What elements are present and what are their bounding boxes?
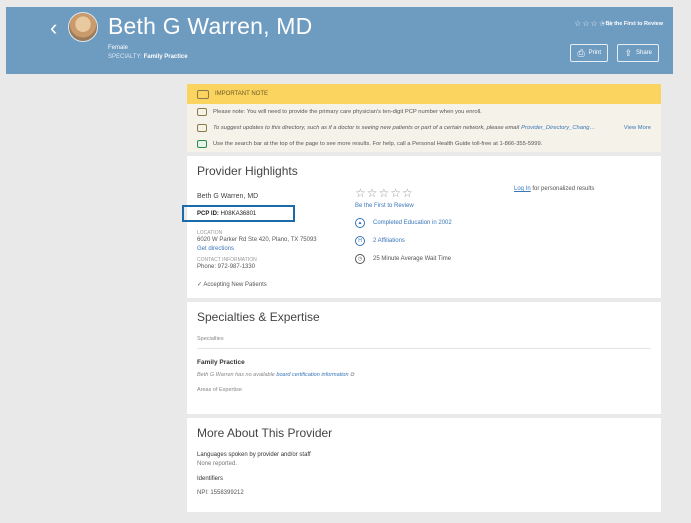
wait-time-item: ◷ 25 Minute Average Wait Time xyxy=(355,254,451,264)
languages-label: Languages spoken by provider and/or staf… xyxy=(197,452,311,458)
specialties-label: Specialties xyxy=(197,336,224,342)
location-label: LOCATION xyxy=(197,230,223,236)
note-text-1: Please note: You will need to provide th… xyxy=(213,109,482,115)
provider-star-rating[interactable]: ☆☆☆☆☆ xyxy=(355,186,414,200)
note-line-2: To suggest updates to this directory, su… xyxy=(187,120,661,136)
login-link[interactable]: Log In xyxy=(514,186,531,192)
graduation-cap-icon: ▲ xyxy=(355,218,365,228)
gender-text: Female xyxy=(108,45,129,51)
specialties-card: Specialties & Expertise Specialties Fami… xyxy=(187,302,661,414)
printer-icon: ⎙ xyxy=(577,47,585,58)
note-text-2: To suggest updates to this directory, su… xyxy=(213,125,520,131)
note-line-3: Use the search bar at the top of the pag… xyxy=(187,136,661,152)
specialties-title: Specialties & Expertise xyxy=(197,310,320,324)
more-about-card: More About This Provider Languages spoke… xyxy=(187,418,661,512)
back-arrow-icon[interactable]: ‹ xyxy=(50,17,57,39)
directory-email-link[interactable]: Provider_Directory_Chang… xyxy=(521,125,595,131)
provider-header: ‹ Beth G Warren, MD Female SPECIALTY: Fa… xyxy=(6,7,673,74)
note-title-row: IMPORTANT NOTE xyxy=(187,84,661,104)
family-practice-label: Family Practice xyxy=(197,359,245,366)
education-text: Completed Education in 2002 xyxy=(373,220,452,226)
note-icon xyxy=(197,89,209,99)
languages-value: None reported. xyxy=(197,461,238,467)
cert-prefix: Beth G Warren has no available xyxy=(197,372,275,378)
login-suffix: for personalized results xyxy=(532,186,595,192)
important-note-panel: IMPORTANT NOTE Please note: You will nee… xyxy=(187,84,661,152)
accepting-patients: ✓ Accepting New Patients xyxy=(197,282,267,288)
highlights-provider-name: Beth G Warren, MD xyxy=(197,193,259,200)
specialty-label: SPECIALTY: xyxy=(108,54,142,60)
phone-number: Phone: 972-987-1330 xyxy=(197,264,256,270)
board-certification-link[interactable]: board certification information xyxy=(276,372,348,378)
highlights-title: Provider Highlights xyxy=(197,164,298,178)
location-value: 6020 W Parker Rd Ste 420, Plano, TX 7509… xyxy=(197,237,317,243)
specialty-line: SPECIALTY: Family Practice xyxy=(108,54,188,60)
note-line-1: Please note: You will need to provide th… xyxy=(187,104,661,120)
note-title: IMPORTANT NOTE xyxy=(215,91,269,97)
share-button[interactable]: ⇪ Share xyxy=(617,44,659,62)
login-line: Log In for personalized results xyxy=(514,186,594,192)
external-link-icon: ⧉ xyxy=(350,372,355,378)
affiliations-text: 2 Affiliations xyxy=(373,238,405,244)
print-label: Print xyxy=(588,50,601,56)
view-more-link[interactable]: View More xyxy=(624,125,651,131)
certification-note: Beth G Warren has no available board cer… xyxy=(197,372,651,379)
avatar xyxy=(68,12,98,42)
print-button[interactable]: ⎙ Print xyxy=(570,44,608,62)
more-about-title: More About This Provider xyxy=(197,426,333,440)
note-icon xyxy=(197,124,207,132)
pcp-id: PCP ID: H08KA36801 xyxy=(197,211,256,217)
chat-icon xyxy=(197,140,207,148)
clock-icon: ◷ xyxy=(355,254,365,264)
contact-label: CONTACT INFORMATION xyxy=(197,257,257,263)
share-icon: ⇪ xyxy=(624,47,632,58)
wait-time-text: 25 Minute Average Wait Time xyxy=(373,256,452,262)
areas-of-expertise-label: Areas of Expertise xyxy=(197,387,242,393)
note-icon xyxy=(197,108,207,116)
header-review-link[interactable]: • Be the First to Review xyxy=(602,21,663,27)
share-label: Share xyxy=(635,50,652,56)
education-item[interactable]: ▲ Completed Education in 2002 xyxy=(355,218,452,228)
main-content: IMPORTANT NOTE Please note: You will nee… xyxy=(182,84,661,512)
npi-value: NPI: 1558399212 xyxy=(197,490,244,496)
identifiers-label: Identifiers xyxy=(197,476,224,482)
first-review-link[interactable]: Be the First to Review xyxy=(355,203,414,209)
pcp-label: PCP ID: xyxy=(197,211,219,217)
affiliations-item[interactable]: H 2 Affiliations xyxy=(355,236,405,246)
provider-name: Beth G Warren, MD xyxy=(108,13,313,39)
get-directions-link[interactable]: Get directions xyxy=(197,246,234,252)
pcp-value: H08KA36801 xyxy=(220,211,257,217)
provider-highlights-card: Provider Highlights Beth G Warren, MD PC… xyxy=(182,156,661,298)
specialty-value: Family Practice xyxy=(143,54,188,60)
hospital-icon: H xyxy=(355,236,365,246)
divider xyxy=(197,348,651,349)
note-text-3: Use the search bar at the top of the pag… xyxy=(213,141,543,147)
